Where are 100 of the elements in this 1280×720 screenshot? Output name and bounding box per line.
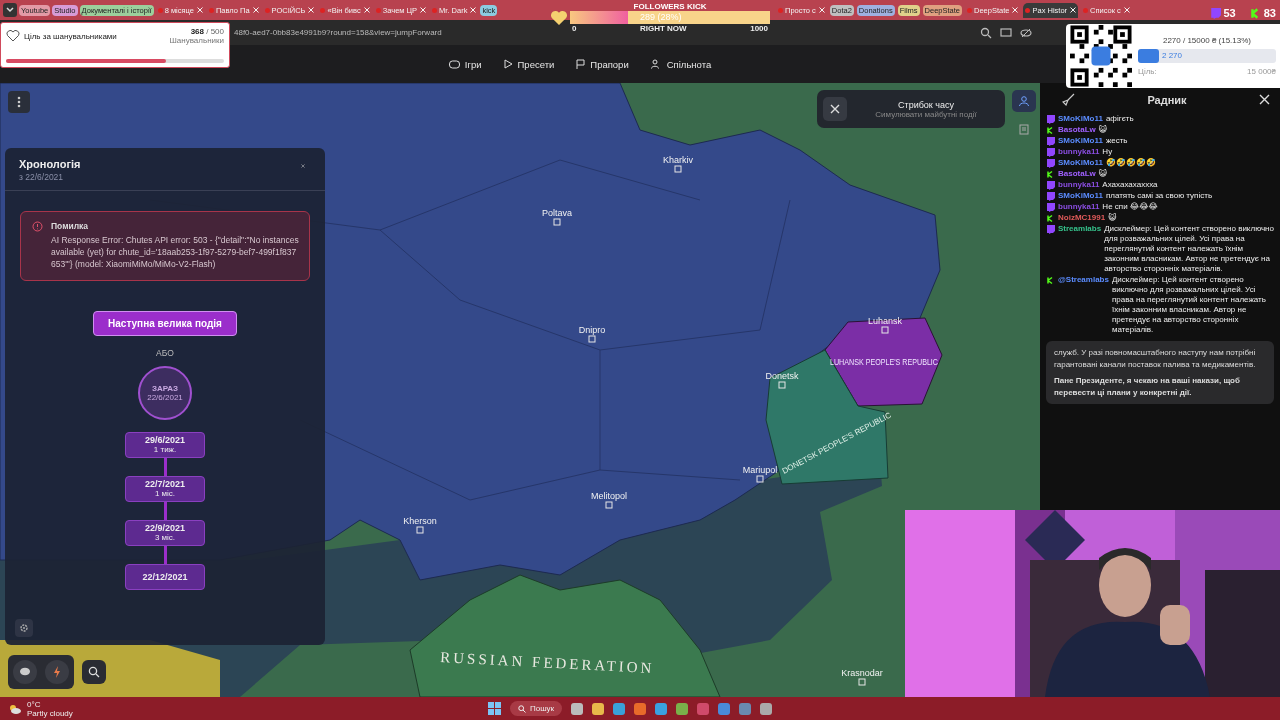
kick-icon	[1046, 214, 1055, 223]
twitch-icon	[1209, 7, 1221, 19]
favicon-icon	[375, 7, 381, 13]
goal-title: Ціль за шанувальниками	[24, 31, 117, 41]
goal-label: Ціль:	[1138, 67, 1157, 76]
close-icon[interactable]	[1070, 7, 1077, 13]
search-button[interactable]	[82, 660, 106, 684]
scale-start: 0	[572, 24, 577, 33]
time-step-button[interactable]: 29/6/2021 1 тиж.	[125, 431, 205, 458]
error-message: AI Response Error: Chutes API error: 503 - {"detail":"No instances available (yet) for chute_id='18aab253-1f97-5279-bef7-499f1f837653'"} (model: XiaomiMiMo/MiMo-V2-Flash)	[51, 235, 299, 271]
app-icon[interactable]	[739, 702, 752, 715]
weather-icon	[8, 702, 22, 715]
chat-username[interactable]: bunnyka11	[1058, 180, 1100, 190]
app-icon[interactable]	[634, 702, 647, 715]
flag-icon	[576, 59, 586, 69]
chat-username[interactable]: SMoKiMo11	[1058, 114, 1103, 124]
time-step-button[interactable]: 22/9/2021 3 міс.	[125, 519, 205, 546]
favicon-icon	[264, 7, 270, 13]
close-icon[interactable]	[196, 7, 203, 13]
nav-link[interactable]: Прапори	[576, 58, 629, 70]
goal-count: 368 / 500	[190, 27, 224, 36]
favicon-icon	[320, 7, 326, 13]
app-icon[interactable]	[718, 702, 731, 715]
app-icon[interactable]	[676, 702, 689, 715]
app-icon[interactable]	[655, 702, 668, 715]
address-bar[interactable]: 48f0-aed7-0bb83e4991b9?round=158&view=jumpForward	[234, 28, 442, 37]
eye-icon[interactable]	[1020, 26, 1032, 39]
close-icon	[301, 161, 305, 171]
taskbar-search[interactable]: Пошук	[510, 701, 563, 716]
app-icon[interactable]	[613, 702, 626, 715]
windows-icon[interactable]	[488, 702, 501, 715]
chat-button[interactable]	[13, 660, 37, 684]
close-icon[interactable]	[1123, 7, 1130, 13]
favicon-icon	[432, 7, 438, 13]
panel-subtitle: з 22/6/2021	[19, 172, 65, 182]
time-step-button[interactable]: 22/12/2021	[125, 563, 205, 590]
goal-title: FOLLOWERS KICK	[633, 2, 707, 11]
chat-username[interactable]: Streamlabs	[1058, 224, 1102, 234]
close-icon[interactable]	[252, 7, 259, 13]
broom-icon[interactable]	[1062, 93, 1075, 106]
lightning-button[interactable]	[45, 660, 69, 684]
donation-amount: 2 270	[1162, 51, 1183, 60]
advisor-text: Пане Президенте, я чекаю на ваші накази, щоб перевести ці плани у конкретні дії.	[1054, 375, 1241, 399]
people-icon	[650, 59, 662, 69]
nav-link[interactable]: Пресети	[503, 58, 555, 70]
cast-icon[interactable]	[1000, 26, 1012, 39]
people-button[interactable]	[1012, 90, 1036, 112]
lightning-icon	[53, 666, 61, 678]
search-icon	[518, 704, 526, 713]
region-label: RUSSIAN FEDERATION	[439, 649, 655, 677]
app-icon[interactable]	[760, 702, 773, 715]
chat-username[interactable]: @Streamlabs	[1058, 275, 1109, 285]
scale-end: 1000	[750, 24, 768, 33]
chat-username[interactable]: SMoKiMo11	[1058, 191, 1103, 201]
play-icon	[503, 59, 513, 69]
app-icon[interactable]	[592, 702, 605, 715]
close-icon[interactable]	[363, 7, 370, 13]
chat-username[interactable]: BasotaLw	[1058, 125, 1096, 135]
close-icon[interactable]	[470, 7, 477, 13]
close-button[interactable]	[1259, 94, 1270, 105]
goal-reading: 289 (28%)	[640, 12, 682, 22]
settings-button[interactable]	[15, 619, 33, 637]
close-icon[interactable]	[1012, 7, 1019, 13]
favicon-icon	[967, 7, 972, 13]
chat-username[interactable]: SMoKiMo11	[1058, 136, 1103, 146]
chat-text: жесть	[1105, 136, 1129, 146]
tab-list-button[interactable]	[3, 3, 17, 17]
temperature: 0°C	[27, 699, 42, 709]
chat-username[interactable]: NoizMC1991	[1058, 213, 1106, 223]
twitch-icon	[1046, 115, 1055, 124]
scale-label: RIGHT NOW	[640, 24, 687, 33]
close-icon[interactable]	[420, 7, 427, 13]
caret-icon	[5, 5, 15, 15]
nav-link[interactable]: Спільнота	[650, 58, 712, 70]
next-event-button[interactable]: Наступна велика подія	[93, 310, 237, 336]
panel-title: Радник	[1147, 93, 1187, 106]
close-icon[interactable]	[818, 7, 825, 13]
close-button[interactable]	[823, 97, 847, 121]
panel-title: Хронологія	[19, 158, 81, 170]
error-title: Помилка	[51, 221, 90, 231]
chat-text: Не спи 😂😂😂	[1102, 202, 1159, 212]
chat-text: Дисклеймер: Цей контент створено виключно для розважальних цілей. Усі права на переглянутий контент належать їхнім законним власникам. Автор не претендує на авторство сторонніх матеріалів.	[1104, 224, 1274, 274]
viewer-count: 53	[1209, 7, 1236, 19]
zoom-icon[interactable]	[980, 26, 992, 39]
viewer-count: 83	[1249, 7, 1276, 19]
chat-text: Дисклеймер: Цей контент створено виключно для розважальних цілей. Усі права на переглянутий контент належать їхнім законним власникам. Автор не претендує на авторство сторонніх матеріалів.	[1111, 275, 1267, 335]
nav-link[interactable]: Ігри	[448, 58, 482, 70]
heart-icon	[6, 30, 20, 42]
close-icon	[1259, 94, 1270, 105]
menu-button[interactable]	[8, 91, 30, 113]
chat-username[interactable]: BasotaLw	[1058, 169, 1096, 179]
chat-username[interactable]: bunnyka11	[1058, 202, 1100, 212]
close-icon[interactable]	[308, 7, 315, 13]
twitch-icon	[1046, 225, 1055, 234]
qr-code-drawing	[1070, 25, 1132, 87]
chat-username[interactable]: bunnyka11	[1058, 147, 1100, 157]
app-icon[interactable]	[571, 702, 584, 715]
chat-username[interactable]: SMoKiMo11	[1058, 158, 1103, 168]
time-step-button[interactable]: 22/7/2021 1 міс.	[125, 475, 205, 502]
kick-icon	[1249, 7, 1261, 19]
